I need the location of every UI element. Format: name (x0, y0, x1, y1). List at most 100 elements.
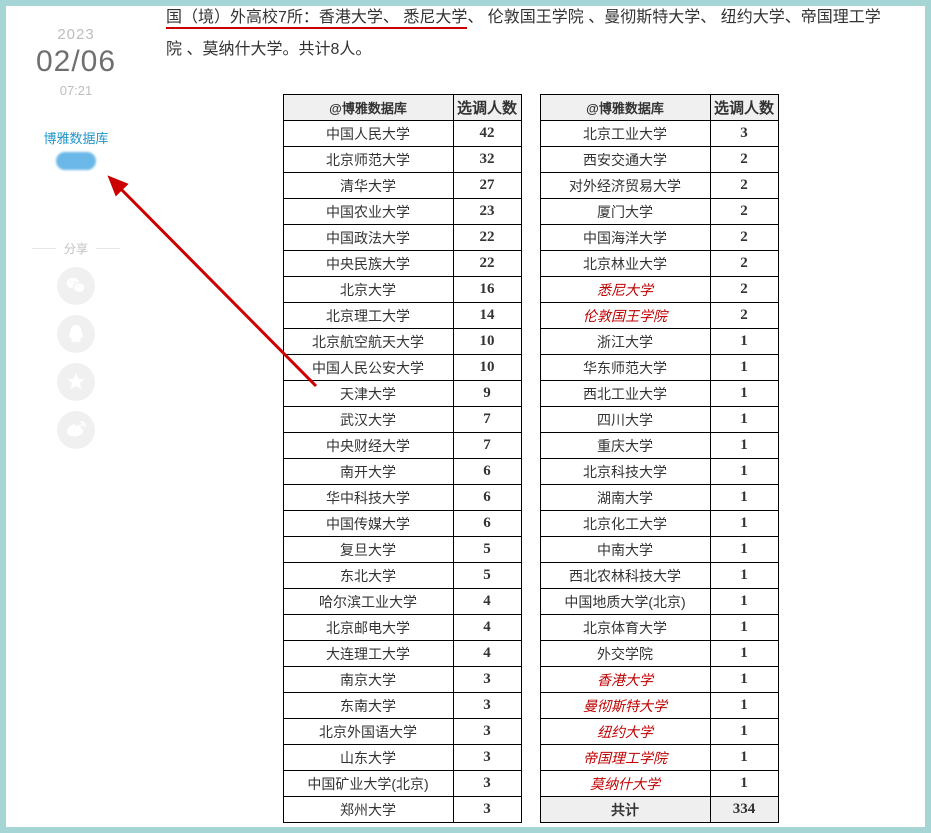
cell-count: 9 (453, 381, 521, 407)
table-row: 中国人民公安大学10 (283, 355, 521, 381)
cell-name: 纽约大学 (540, 719, 710, 745)
main-content: 国（境）外高校7所：香港大学、 悉尼大学、 伦敦国王学院 、曼彻斯特大学、 纽约… (146, 6, 925, 827)
total-value: 334 (710, 797, 778, 823)
share-label: 分享 (6, 240, 146, 257)
cell-count: 16 (453, 277, 521, 303)
cell-count: 2 (710, 277, 778, 303)
cell-name: 四川大学 (540, 407, 710, 433)
table-row: 华东师范大学1 (540, 355, 778, 381)
cell-name: 中南大学 (540, 537, 710, 563)
cell-count: 3 (453, 667, 521, 693)
table-row: 外交学院1 (540, 641, 778, 667)
cell-name: 北京大学 (283, 277, 453, 303)
cell-count: 6 (453, 485, 521, 511)
cell-count: 2 (710, 147, 778, 173)
cell-name: 中国农业大学 (283, 199, 453, 225)
cell-count: 1 (710, 771, 778, 797)
cell-count: 10 (453, 329, 521, 355)
table-row: 北京工业大学3 (540, 121, 778, 147)
table-row: 中央民族大学22 (283, 251, 521, 277)
cell-name: 外交学院 (540, 641, 710, 667)
table-row: 北京体育大学1 (540, 615, 778, 641)
weibo-icon[interactable] (57, 411, 95, 449)
cell-count: 1 (710, 563, 778, 589)
date-time: 07:21 (6, 83, 146, 98)
cell-name: 中国矿业大学(北京) (283, 771, 453, 797)
table-row: 郑州大学3 (283, 797, 521, 823)
cell-name: 中国人民大学 (283, 121, 453, 147)
source-link[interactable]: 博雅数据库 (43, 128, 108, 147)
cell-name: 北京外国语大学 (283, 719, 453, 745)
table-row: 北京理工大学14 (283, 303, 521, 329)
cell-name: 南京大学 (283, 667, 453, 693)
table-row: 中国海洋大学2 (540, 225, 778, 251)
total-row: 共计334 (540, 797, 778, 823)
cell-name: 东南大学 (283, 693, 453, 719)
th-name-right: @博雅数据库 (540, 95, 710, 121)
table-row: 曼彻斯特大学1 (540, 693, 778, 719)
cell-name: 香港大学 (540, 667, 710, 693)
table-row: 南京大学3 (283, 667, 521, 693)
sidebar: 2023 02/06 07:21 博雅数据库 分享 (6, 6, 146, 827)
date-month-day: 02/06 (6, 45, 146, 79)
cell-name: 帝国理工学院 (540, 745, 710, 771)
star-icon[interactable] (57, 363, 95, 401)
cell-count: 3 (453, 693, 521, 719)
cell-count: 2 (710, 199, 778, 225)
table-row: 帝国理工学院1 (540, 745, 778, 771)
cell-count: 1 (710, 433, 778, 459)
cell-name: 北京师范大学 (283, 147, 453, 173)
table-row: 湖南大学1 (540, 485, 778, 511)
cell-count: 5 (453, 537, 521, 563)
table-row: 中国传媒大学6 (283, 511, 521, 537)
table-row: 北京师范大学32 (283, 147, 521, 173)
table-row: 西北农林科技大学1 (540, 563, 778, 589)
cell-count: 1 (710, 667, 778, 693)
qq-icon[interactable] (57, 315, 95, 353)
cell-name: 西北农林科技大学 (540, 563, 710, 589)
cell-count: 1 (710, 329, 778, 355)
table-row: 中央财经大学7 (283, 433, 521, 459)
table-row: 北京航空航天大学10 (283, 329, 521, 355)
cell-count: 7 (453, 433, 521, 459)
cell-name: 北京体育大学 (540, 615, 710, 641)
cell-count: 6 (453, 511, 521, 537)
table-row: 中国人民大学42 (283, 121, 521, 147)
cell-name: 对外经济贸易大学 (540, 173, 710, 199)
cell-count: 10 (453, 355, 521, 381)
table-row: 四川大学1 (540, 407, 778, 433)
table-row: 北京化工大学1 (540, 511, 778, 537)
cell-name: 天津大学 (283, 381, 453, 407)
table-row: 大连理工大学4 (283, 641, 521, 667)
underline-seg2: 、 悉尼大学 (383, 9, 467, 29)
cell-count: 2 (710, 303, 778, 329)
cell-count: 1 (710, 719, 778, 745)
table-row: 华中科技大学6 (283, 485, 521, 511)
underline-seg1: 国（境）外高校7所：香港大学 (166, 9, 383, 29)
th-count-left: 选调人数 (453, 95, 521, 121)
cell-name: 武汉大学 (283, 407, 453, 433)
cell-name: 华东师范大学 (540, 355, 710, 381)
table-row: 重庆大学1 (540, 433, 778, 459)
cell-name: 山东大学 (283, 745, 453, 771)
wechat-icon[interactable] (57, 267, 95, 305)
cell-count: 3 (453, 797, 521, 823)
cell-name: 北京林业大学 (540, 251, 710, 277)
source-badge[interactable] (56, 152, 96, 170)
cell-count: 3 (453, 719, 521, 745)
table-row: 莫纳什大学1 (540, 771, 778, 797)
cell-name: 伦敦国王学院 (540, 303, 710, 329)
cell-name: 中国海洋大学 (540, 225, 710, 251)
cell-count: 22 (453, 251, 521, 277)
cell-count: 7 (453, 407, 521, 433)
table-row: 北京科技大学1 (540, 459, 778, 485)
table-row: 中国农业大学23 (283, 199, 521, 225)
table-row: 哈尔滨工业大学4 (283, 589, 521, 615)
table-row: 伦敦国王学院2 (540, 303, 778, 329)
table-row: 西北工业大学1 (540, 381, 778, 407)
table-row: 西安交通大学2 (540, 147, 778, 173)
cell-count: 2 (710, 225, 778, 251)
table-row: 中国政法大学22 (283, 225, 521, 251)
cell-name: 北京工业大学 (540, 121, 710, 147)
cell-count: 1 (710, 511, 778, 537)
